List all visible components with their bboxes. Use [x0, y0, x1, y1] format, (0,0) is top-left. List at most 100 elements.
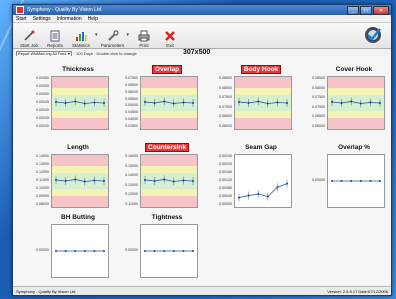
chart-plot-tightness[interactable]	[140, 224, 198, 278]
chart-title-text: Overlap	[151, 65, 183, 74]
y-tick-label: 0.00000	[219, 202, 232, 206]
chart-plot-overlap[interactable]	[140, 76, 198, 130]
chart-series	[55, 97, 105, 108]
title-bar[interactable]: Symphony - Quality By Vision Ltd. _ □ ✕	[13, 5, 391, 15]
y-tick-label: 0.11000	[36, 178, 49, 182]
close-button[interactable]: ✕	[373, 6, 389, 15]
maximize-button[interactable]: □	[360, 6, 372, 15]
app-icon	[16, 6, 24, 14]
menu-start[interactable]: Start	[16, 16, 27, 22]
y-tick-label: 0.06000	[312, 124, 325, 128]
chart-title-length: Length	[49, 144, 107, 152]
statistics-icon	[75, 30, 87, 42]
series-line	[144, 101, 194, 104]
chart-panel-seam-gap[interactable]: Seam Gap 0.00240 0.00200 0.00160 0.00120 0.00…	[210, 144, 292, 212]
y-tick-label: 0.06000	[219, 124, 232, 128]
exit-button[interactable]: Exit	[158, 26, 182, 48]
y-tick-label: 0.00200	[219, 162, 232, 166]
chart-panel-bh-butting[interactable]: BH Butting 0.00000	[27, 214, 109, 282]
chart-title-text: Tightness	[151, 214, 183, 221]
y-tick-label: 0.07000	[219, 104, 232, 109]
series-line	[144, 179, 194, 182]
y-tick-label: 0.07000	[125, 76, 138, 80]
y-tick-label: 0.03500	[125, 124, 138, 128]
reports-label: Reports	[47, 43, 63, 48]
chart-series	[144, 175, 194, 186]
series-point	[103, 250, 105, 252]
chart-panel-overlap[interactable]: Overlap 0.07000 0.06500 0.06000 0.05500 0.050…	[116, 65, 198, 134]
series-line	[55, 101, 105, 104]
y-tick-label: 0.00080	[219, 186, 232, 190]
chart-panel-body-hook[interactable]: Body Hook 0.08500 0.08000 0.07500 0.07000 0.0…	[210, 65, 292, 134]
y-tick-label: 0.00160	[219, 170, 232, 174]
chart-plot-cover-hook[interactable]	[327, 76, 385, 130]
chart-panel-countersink[interactable]: Countersink 0.16000 0.15000 0.14000 0.13000 0…	[116, 143, 198, 212]
reports-button[interactable]: Reports	[43, 26, 67, 48]
print-label: Print	[139, 43, 149, 48]
chart-title-overlap-pct: Overlap %	[325, 144, 383, 152]
series-point	[359, 180, 362, 182]
chart-plot-body-hook[interactable]	[234, 76, 292, 130]
parameters-dropdown-icon[interactable]: ▾	[127, 32, 130, 38]
print-button[interactable]: Print	[132, 26, 156, 48]
chart-panel-cover-hook[interactable]: Cover Hook 0.08500 0.08000 0.07500 0.07000 0.…	[303, 66, 385, 134]
charts-area: Thickness 0.00060 0.00055 0.00050 0.00045 0.0…	[13, 56, 391, 285]
parameters-label: Parameters	[100, 43, 125, 48]
y-tick-label: 0.05500	[125, 96, 138, 101]
statistics-dropdown-icon[interactable]: ▾	[95, 32, 98, 38]
chart-title-text: Body Hook	[240, 65, 282, 74]
y-tick-label: 0.08500	[312, 76, 325, 80]
minimize-button[interactable]: _	[347, 6, 359, 15]
y-tick-label: 0.00030	[36, 124, 49, 128]
y-tick-label: 0.08000	[36, 202, 49, 206]
chart-plot-seam-gap[interactable]	[234, 154, 292, 208]
parameters-button[interactable]: Parameters	[101, 26, 125, 48]
y-tick-label: 0.00120	[219, 178, 232, 182]
chart-title-overlap: Overlap	[138, 65, 196, 74]
series-line	[238, 183, 288, 199]
chart-plot-overlap-pct[interactable]	[327, 154, 385, 208]
chart-series	[55, 250, 105, 252]
menu-bar: Start Settings Information Help	[13, 15, 391, 23]
chart-panel-overlap-pct[interactable]: Overlap % 0.00000	[303, 144, 385, 212]
menu-settings[interactable]: Settings	[33, 16, 51, 22]
y-tick-label: 0.07500	[312, 95, 325, 100]
format-label: 307x500	[183, 49, 211, 56]
app-window: Symphony - Quality By Vision Ltd. _ □ ✕ …	[12, 4, 392, 296]
start-job-icon	[23, 30, 35, 42]
y-tick-label: 0.12000	[125, 192, 138, 197]
chart-title-text: Cover Hook	[335, 66, 373, 73]
chart-series	[331, 180, 381, 182]
y-tick-label: 0.00240	[219, 154, 232, 158]
chart-plot-countersink[interactable]	[140, 154, 198, 208]
start-job-button[interactable]: Start Job	[17, 26, 41, 48]
chart-panel-length[interactable]: Length 0.14000 0.13000 0.12000 0.11000 0.1000…	[27, 144, 109, 212]
chart-series	[144, 250, 194, 252]
y-tick-label: 0.04000	[125, 117, 138, 122]
chart-title-bh-butting: BH Butting	[49, 214, 107, 222]
chart-title-text: Seam Gap	[245, 144, 277, 151]
series-point	[172, 250, 175, 252]
y-tick-label: 0.07000	[312, 104, 325, 109]
quality-by-vision-logo-icon	[363, 25, 383, 45]
series-point	[64, 250, 67, 252]
y-tick-label: 0.06000	[125, 89, 138, 94]
y-tick-label: 0.13000	[125, 182, 138, 187]
chart-plot-length[interactable]	[51, 154, 109, 208]
chart-panel-tightness[interactable]: Tightness 0.00000	[116, 214, 198, 282]
statistics-button[interactable]: Statistics	[69, 26, 93, 48]
chart-plot-bh-butting[interactable]	[51, 224, 109, 278]
series-line	[238, 101, 288, 104]
chart-plot-thickness[interactable]	[51, 76, 109, 130]
menu-help[interactable]: Help	[88, 16, 98, 22]
y-tick-label: 0.00000	[125, 248, 138, 252]
series-point	[369, 180, 372, 182]
menu-information[interactable]: Information	[57, 16, 82, 22]
report-select-value: Report WinMaxi-Ing All Fond	[18, 51, 67, 56]
y-tick-label: 0.08000	[219, 85, 232, 90]
y-tick-label: 0.05000	[125, 103, 138, 108]
y-tick-label: 0.15000	[125, 163, 138, 168]
chart-panel-thickness[interactable]: Thickness 0.00060 0.00055 0.00050 0.00045 0.0…	[27, 66, 109, 134]
statistics-label: Statistics	[71, 43, 90, 48]
y-tick-label: 0.00040	[36, 108, 49, 112]
